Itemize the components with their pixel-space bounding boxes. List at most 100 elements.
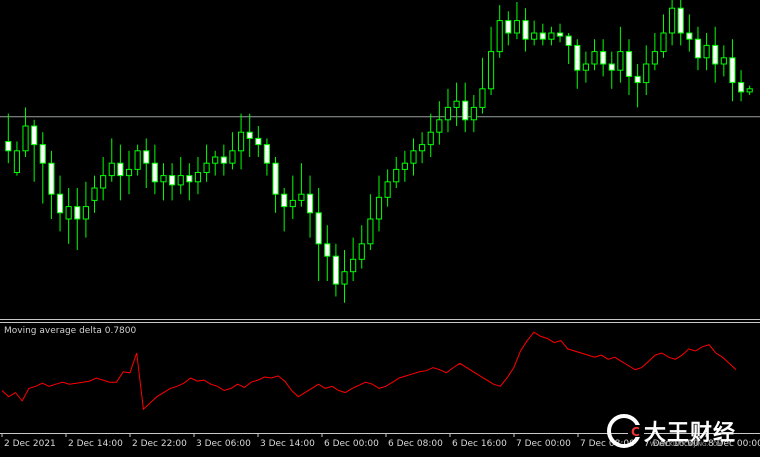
candle xyxy=(574,39,581,89)
candle xyxy=(5,113,12,164)
time-label: 6 Dec 08:00 xyxy=(388,439,443,449)
candle xyxy=(401,150,408,182)
candle xyxy=(608,51,615,89)
candle xyxy=(341,250,348,303)
candle xyxy=(496,5,503,58)
candle xyxy=(82,181,89,238)
candle xyxy=(505,11,512,46)
candle xyxy=(281,188,288,232)
candle xyxy=(39,132,46,204)
candle xyxy=(367,194,374,250)
candle xyxy=(522,8,529,52)
candle xyxy=(108,138,115,182)
candle xyxy=(332,243,339,297)
candle xyxy=(117,144,124,201)
candle xyxy=(694,26,702,71)
candle xyxy=(186,163,193,201)
chart-root: 2 Dec 2021 2 Dec 14:00 2 Dec 22:00 3 Dec 06… xyxy=(0,0,760,453)
indicator-title: Moving average delta 0.7800 xyxy=(4,326,137,336)
logo-icon: C xyxy=(607,414,644,448)
time-label: 2 Dec 2021 xyxy=(4,439,56,449)
candle xyxy=(143,138,150,188)
candle xyxy=(31,119,38,182)
candle xyxy=(22,107,29,157)
candle xyxy=(453,82,460,126)
candle xyxy=(246,113,253,157)
candle xyxy=(686,14,693,52)
candle xyxy=(255,126,262,157)
candle xyxy=(375,175,383,232)
candle xyxy=(48,150,55,219)
candle xyxy=(712,26,719,83)
candle xyxy=(539,23,546,46)
watermark-subtext: WWW.KINGCAIJING.COM xyxy=(650,441,723,448)
candle xyxy=(160,163,167,201)
candle xyxy=(470,95,477,133)
candle xyxy=(306,175,314,238)
candle xyxy=(324,225,331,281)
candle xyxy=(660,14,667,58)
candle xyxy=(625,39,633,95)
candle xyxy=(229,132,236,170)
watermark-logo: C 大王财经 WWW.KINGCAIJING.COM xyxy=(604,411,754,451)
time-label: 2 Dec 22:00 xyxy=(132,439,187,449)
candle xyxy=(358,225,365,269)
candle xyxy=(100,157,107,201)
candle xyxy=(427,113,434,157)
indicator-line xyxy=(1,331,737,411)
candle xyxy=(134,144,141,176)
candle xyxy=(169,163,176,201)
indicator-panel xyxy=(1,331,737,411)
candle xyxy=(669,0,676,46)
candle xyxy=(419,132,426,164)
candle xyxy=(203,144,210,182)
candle xyxy=(151,144,158,195)
candle xyxy=(737,70,745,102)
candle xyxy=(677,0,684,46)
candle xyxy=(651,33,658,71)
candle xyxy=(91,175,98,213)
time-label: 6 Dec 16:00 xyxy=(452,439,507,449)
candle xyxy=(634,64,641,108)
candle xyxy=(531,20,538,46)
candle xyxy=(487,26,495,95)
panel-separator xyxy=(0,319,760,323)
candle xyxy=(720,45,727,77)
candle xyxy=(384,169,391,207)
candle xyxy=(194,157,202,195)
candle xyxy=(513,2,521,40)
chart-svg[interactable]: 2 Dec 2021 2 Dec 14:00 2 Dec 22:00 3 Dec 06… xyxy=(0,0,760,453)
candle xyxy=(565,33,572,64)
candle xyxy=(410,138,417,176)
candle xyxy=(600,39,607,77)
candle xyxy=(479,57,486,114)
candle xyxy=(237,113,245,170)
candle xyxy=(350,237,357,281)
candle xyxy=(643,45,650,95)
candle xyxy=(746,85,753,95)
candle xyxy=(125,150,133,195)
candle xyxy=(220,144,227,176)
candle xyxy=(462,82,469,133)
time-label: 7 Dec 00:00 xyxy=(516,439,571,449)
candle xyxy=(289,175,296,219)
candle xyxy=(272,157,279,213)
candle xyxy=(13,141,21,176)
candle xyxy=(212,150,219,176)
time-label: 6 Dec 00:00 xyxy=(324,439,379,449)
candle xyxy=(729,39,736,102)
time-label: 3 Dec 06:00 xyxy=(196,439,251,449)
candle xyxy=(436,101,443,145)
svg-text:C: C xyxy=(631,425,640,439)
candle xyxy=(74,188,81,250)
candle xyxy=(582,51,589,83)
price-panel xyxy=(0,0,760,303)
candle xyxy=(263,138,271,176)
time-label: 3 Dec 14:00 xyxy=(260,439,315,449)
candle xyxy=(393,157,400,188)
candle xyxy=(556,23,564,43)
candle xyxy=(617,26,624,83)
candle xyxy=(591,39,598,71)
candle xyxy=(298,163,305,207)
candle xyxy=(703,33,710,71)
